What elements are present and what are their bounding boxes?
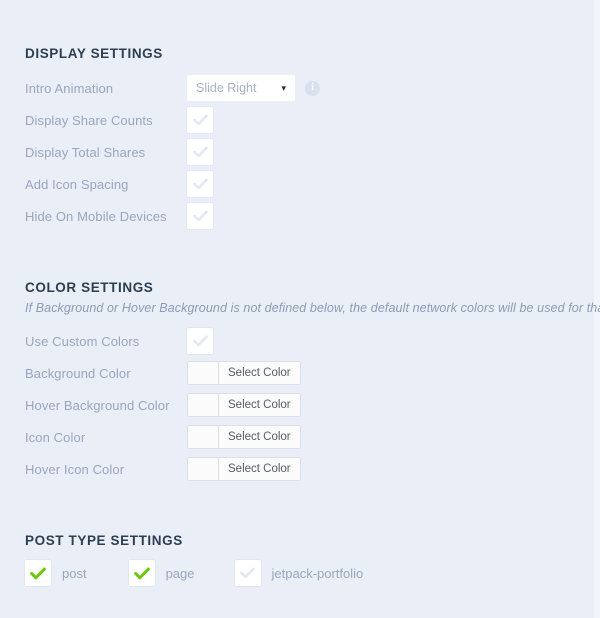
display-settings-heading: DISPLAY SETTINGS (25, 46, 163, 61)
check-icon (240, 567, 255, 579)
hide-on-mobile-devices-checkbox[interactable] (187, 203, 213, 229)
check-icon (192, 178, 208, 190)
use-custom-colors-label: Use Custom Colors (25, 333, 140, 349)
intro-animation-selected-value: Slide Right (196, 81, 257, 95)
display-share-counts-checkbox[interactable] (187, 107, 213, 133)
row-hide-on-mobile-devices: Hide On Mobile Devices (25, 202, 213, 230)
row-intro-animation: Intro Animation Slide Right ▾ i (25, 74, 320, 102)
add-icon-spacing-label: Add Icon Spacing (25, 176, 129, 192)
row-icon-color: Icon Color Select Color (25, 423, 301, 451)
row-add-icon-spacing: Add Icon Spacing (25, 170, 213, 198)
icon-color-label: Icon Color (25, 429, 86, 445)
background-color-picker[interactable]: Select Color (187, 361, 301, 385)
chevron-down-icon: ▾ (281, 82, 286, 93)
color-settings-description: If Background or Hover Background is not… (25, 301, 600, 315)
add-icon-spacing-checkbox[interactable] (187, 171, 213, 197)
intro-animation-select[interactable]: Slide Right ▾ (187, 75, 295, 101)
settings-panel: DISPLAY SETTINGS Intro Animation Slide R… (0, 0, 600, 618)
post-type-checkbox-group: post page jetpack-portfolio (25, 560, 363, 586)
icon-color-swatch[interactable] (188, 426, 219, 448)
icon-color-select-button[interactable]: Select Color (219, 426, 300, 448)
post-type-item-post: post (25, 560, 87, 586)
post-type-jetpack-portfolio-label: jetpack-portfolio (271, 565, 364, 581)
row-background-color: Background Color Select Color (25, 359, 301, 387)
hide-on-mobile-devices-label: Hide On Mobile Devices (25, 208, 167, 224)
hover-icon-color-swatch[interactable] (188, 458, 219, 480)
hover-background-color-select-button[interactable]: Select Color (219, 394, 300, 416)
row-hover-background-color: Hover Background Color Select Color (25, 391, 301, 419)
post-type-post-checkbox[interactable] (25, 560, 51, 586)
hover-icon-color-picker[interactable]: Select Color (187, 457, 301, 481)
check-icon (192, 114, 208, 126)
row-display-share-counts: Display Share Counts (25, 106, 213, 134)
display-total-shares-checkbox[interactable] (187, 139, 213, 165)
row-use-custom-colors: Use Custom Colors (25, 327, 213, 355)
background-color-select-button[interactable]: Select Color (219, 362, 300, 384)
info-icon[interactable]: i (305, 80, 320, 96)
check-icon (192, 335, 208, 347)
color-settings-heading: COLOR SETTINGS (25, 280, 154, 295)
row-display-total-shares: Display Total Shares (25, 138, 213, 166)
check-icon (192, 210, 208, 222)
check-icon (30, 567, 46, 579)
use-custom-colors-checkbox[interactable] (187, 328, 213, 354)
hover-background-color-picker[interactable]: Select Color (187, 393, 301, 417)
display-total-shares-label: Display Total Shares (25, 144, 146, 160)
background-color-swatch[interactable] (188, 362, 219, 384)
hover-icon-color-label: Hover Icon Color (25, 461, 125, 477)
icon-color-picker[interactable]: Select Color (187, 425, 301, 449)
hover-background-color-swatch[interactable] (188, 394, 219, 416)
hover-icon-color-select-button[interactable]: Select Color (219, 458, 300, 480)
display-share-counts-label: Display Share Counts (25, 112, 153, 128)
post-type-page-label: page (165, 565, 195, 581)
intro-animation-label: Intro Animation (25, 80, 114, 96)
hover-background-color-label: Hover Background Color (25, 397, 170, 413)
check-icon (192, 146, 208, 158)
post-type-page-checkbox[interactable] (128, 560, 155, 586)
post-type-item-jetpack-portfolio: jetpack-portfolio (234, 560, 364, 586)
check-icon (133, 567, 150, 579)
background-color-label: Background Color (25, 365, 131, 381)
row-hover-icon-color: Hover Icon Color Select Color (25, 455, 301, 483)
post-type-settings-heading: POST TYPE SETTINGS (25, 533, 183, 548)
post-type-item-page: page (128, 560, 195, 586)
info-icon-glyph: i (311, 82, 314, 93)
post-type-jetpack-portfolio-checkbox[interactable] (234, 560, 261, 586)
post-type-post-label: post (62, 565, 87, 581)
